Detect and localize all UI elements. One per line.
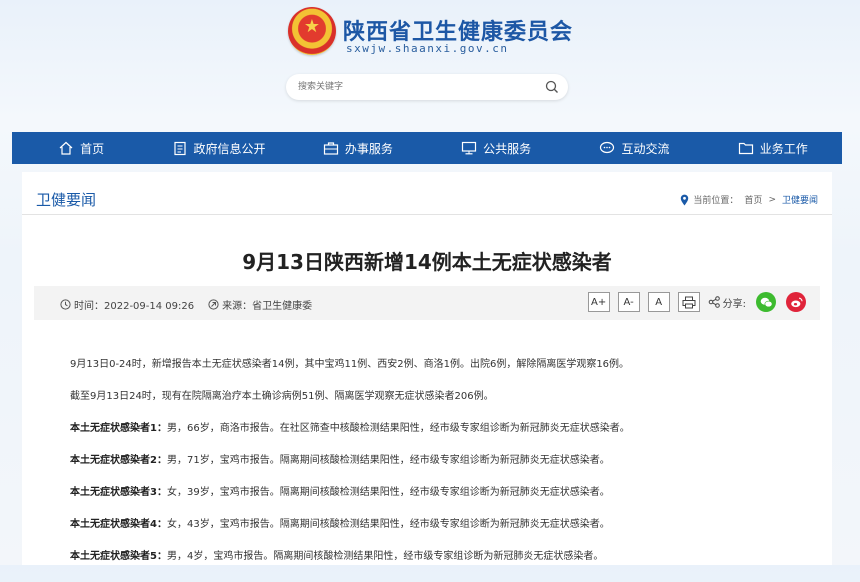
case-paragraph: 本土无症状感染者5：男，4岁，宝鸡市报告。隔离期间核酸检测结果阳性，经市级专家组… [70,550,810,582]
section-bar: 卫健要闻 当前位置： 首页 > 卫健要闻 [22,182,832,215]
nav-label: 互动交流 [621,141,670,156]
briefcase-icon [323,142,338,155]
case-text: 男，4岁，宝鸡市报告。隔离期间核酸检测结果阳性，经市级专家组诊断为新冠肺炎无症状… [166,551,604,562]
chat-icon [600,141,615,154]
breadcrumb-home-link[interactable]: 首页 [744,193,762,206]
site-domain: sxwjw.shaanxi.gov.cn [346,42,509,55]
case-label: 本土无症状感染者3： [70,487,167,498]
search-box [286,74,568,100]
nav-item-gov-info[interactable]: 政府信息公开 [150,132,288,164]
main-nav: 首页 政府信息公开 办事服务 公共服务 互动交流 业务工作 [12,132,842,164]
clock-icon [60,299,71,310]
case-paragraph: 本土无症状感染者3：女，39岁，宝鸡市报告。隔离期间核酸检测结果阳性，经市级专家… [70,486,810,518]
nav-item-business[interactable]: 业务工作 [704,132,842,164]
nav-item-home[interactable]: 首页 [12,132,150,164]
breadcrumb: 当前位置： 首页 > 卫健要闻 [680,193,818,206]
wechat-icon [760,297,772,307]
case-label: 本土无症状感染者2： [70,455,167,466]
article-body: 9月13日0-24时，新增报告本土无症状感染者14例，其中宝鸡11例、西安2例、… [70,358,810,582]
article-meta-bar: 时间：2022-09-14 09:26 来源：省卫生健康委 A+ A- A 分享… [34,286,820,320]
document-icon [174,141,187,155]
font-decrease-button[interactable]: A- [617,292,640,312]
case-paragraph: 本土无症状感染者2：男，71岁，宝鸡市报告。隔离期间核酸检测结果阳性，经市级专家… [70,454,810,486]
content-panel: 卫健要闻 当前位置： 首页 > 卫健要闻 9月13日陕西新增14例本土无症状感染… [22,172,832,565]
search-input[interactable] [298,79,528,95]
source-icon [208,299,219,310]
folder-icon [738,142,753,155]
case-text: 男，71岁，宝鸡市报告。隔离期间核酸检测结果阳性，经市级专家组诊断为新冠肺炎无症… [166,455,610,466]
site-header: 陕西省卫生健康委员会 sxwjw.shaanxi.gov.cn [0,0,860,132]
nav-label: 首页 [80,141,105,156]
search-icon[interactable] [544,79,560,95]
case-paragraph: 本土无症状感染者1：男，66岁，商洛市报告。在社区筛查中核酸检测结果阳性，经市级… [70,422,810,454]
article-source: 来源：省卫生健康委 [222,301,313,312]
print-button[interactable] [677,292,700,312]
case-text: 男，66岁，商洛市报告。在社区筛查中核酸检测结果阳性，经市级专家组诊断为新冠肺炎… [166,423,630,434]
breadcrumb-prefix: 当前位置： [693,196,739,206]
publish-time: 时间：2022-09-14 09:26 [74,301,195,312]
nav-item-public-service[interactable]: 公共服务 [427,132,565,164]
font-increase-button[interactable]: A+ [587,292,610,312]
weibo-icon [790,297,803,307]
location-pin-icon [681,194,689,205]
case-label: 本土无症状感染者1： [70,423,167,434]
share-text: 分享: [722,298,746,310]
article-tools: A+ A- A 分享: [587,292,806,312]
printer-icon [682,296,696,308]
article-paragraph: 9月13日0-24时，新增报告本土无症状感染者14例，其中宝鸡11例、西安2例、… [70,359,630,370]
case-label: 本土无症状感染者4： [70,519,167,530]
wechat-share-button[interactable] [756,292,776,312]
national-emblem-icon [288,7,336,55]
case-text: 女，43岁，宝鸡市报告。隔离期间核酸检测结果阳性，经市级专家组诊断为新冠肺炎无症… [166,519,610,530]
nav-item-services[interactable]: 办事服务 [289,132,427,164]
case-text: 女，39岁，宝鸡市报告。隔离期间核酸检测结果阳性，经市级专家组诊断为新冠肺炎无症… [166,487,610,498]
section-title: 卫健要闻 [36,191,97,209]
article-paragraph: 截至9月13日24时，现有在院隔离治疗本土确诊病例51例、隔离医学观察无症状感染… [70,391,494,402]
article-title: 9月13日陕西新增14例本土无症状感染者 [242,250,612,274]
breadcrumb-current-link[interactable]: 卫健要闻 [782,193,818,206]
case-paragraph: 本土无症状感染者4：女，43岁，宝鸡市报告。隔离期间核酸检测结果阳性，经市级专家… [70,518,810,550]
case-label: 本土无症状感染者5： [70,551,167,562]
weibo-share-button[interactable] [786,292,806,312]
share-icon [708,296,720,308]
home-icon [59,141,73,155]
nav-label: 办事服务 [344,141,393,156]
nav-label: 公共服务 [483,141,532,156]
monitor-icon [462,141,477,155]
font-default-button[interactable]: A [647,292,670,312]
nav-item-interaction[interactable]: 互动交流 [565,132,703,164]
nav-label: 业务工作 [759,141,808,156]
nav-label: 政府信息公开 [193,141,266,156]
breadcrumb-separator: > [768,194,776,205]
share-label: 分享: [708,295,746,310]
